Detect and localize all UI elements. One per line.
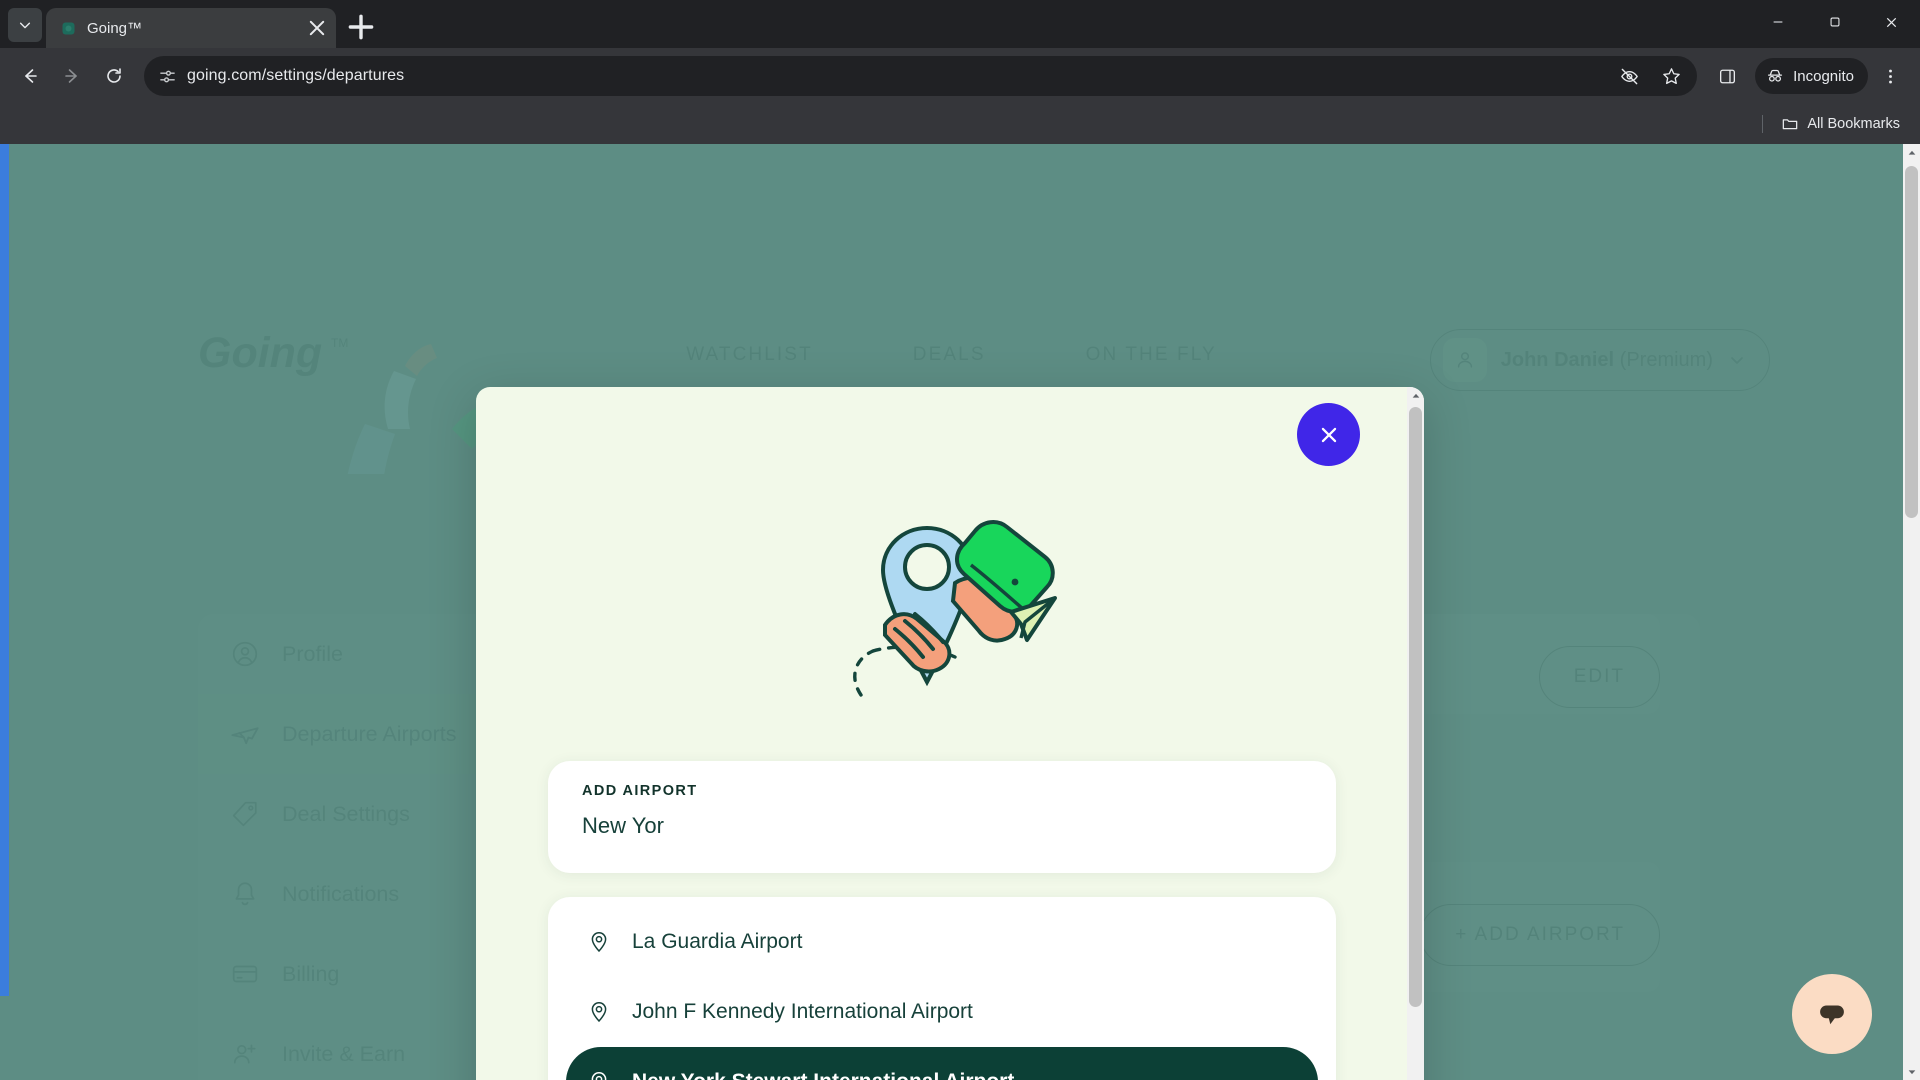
browser-toolbar: going.com/settings/departures Incognito xyxy=(0,48,1920,104)
close-icon xyxy=(1321,427,1336,442)
forward-button[interactable] xyxy=(52,56,92,96)
incognito-indicator[interactable]: Incognito xyxy=(1755,58,1868,94)
window-controls xyxy=(1749,0,1920,44)
three-dot-menu-icon xyxy=(1888,69,1892,83)
maximize-icon xyxy=(1830,17,1839,27)
bookmarks-separator xyxy=(1762,115,1764,133)
maximize-button[interactable] xyxy=(1806,0,1863,44)
window-close-button[interactable] xyxy=(1863,0,1920,44)
tab-title: Going™ xyxy=(87,19,143,37)
plus-icon xyxy=(348,14,374,40)
page-scrollbar[interactable] xyxy=(1903,144,1920,1080)
window-close-icon xyxy=(1886,17,1897,27)
bookmarks-bar: All Bookmarks xyxy=(0,104,1920,144)
suggestion-item-new-york-stewart[interactable]: New York Stewart International Airport xyxy=(566,1047,1318,1080)
page-scrollbar-thumb[interactable] xyxy=(1905,166,1918,518)
search-field-label: ADD AIRPORT xyxy=(582,783,698,799)
minimize-icon xyxy=(1773,21,1782,23)
map-pin-glyph xyxy=(591,1072,607,1080)
back-arrow-icon xyxy=(25,69,37,83)
map-pin-icon xyxy=(588,1071,610,1080)
tab-search-button[interactable] xyxy=(8,8,42,42)
page-scroll-down-arrow[interactable] xyxy=(1903,1063,1920,1080)
suggestion-label: New York Stewart International Airport xyxy=(632,1070,1014,1080)
tab-strip: Going™ xyxy=(0,0,1920,48)
scroll-up-arrow[interactable] xyxy=(1407,387,1424,404)
chat-bubble-icon xyxy=(1820,1005,1844,1025)
eye-off-icon xyxy=(1620,68,1638,84)
reload-button[interactable] xyxy=(94,56,134,96)
suggestion-label: John F Kennedy International Airport xyxy=(632,1000,973,1023)
tracking-protection-button[interactable] xyxy=(1609,56,1649,96)
side-panel-button[interactable] xyxy=(1707,56,1747,96)
url-text: going.com/settings/departures xyxy=(187,67,405,84)
bookmark-button[interactable] xyxy=(1651,56,1691,96)
add-airport-modal: ADD AIRPORT New Yor La Guardia Airport J… xyxy=(476,387,1424,1080)
suggestion-item-la-guardia[interactable]: La Guardia Airport xyxy=(566,907,1318,977)
airport-search-field[interactable]: ADD AIRPORT New Yor xyxy=(548,761,1336,873)
browser-menu-button[interactable] xyxy=(1870,56,1910,96)
all-bookmarks-button[interactable]: All Bookmarks xyxy=(1773,111,1908,137)
scroll-up-arrow-icon xyxy=(1412,393,1419,398)
tab-close-button[interactable] xyxy=(306,17,328,39)
browser-tab[interactable]: Going™ xyxy=(46,8,336,48)
chevron-down-icon xyxy=(19,22,31,29)
map-pin-glyph xyxy=(591,932,607,953)
all-bookmarks-label: All Bookmarks xyxy=(1807,116,1900,132)
page-settings-glyph xyxy=(160,70,175,82)
suggestion-label: La Guardia Airport xyxy=(632,930,803,953)
forward-arrow-icon xyxy=(65,69,77,83)
map-pin-icon xyxy=(588,931,610,953)
chat-widget-button[interactable] xyxy=(1792,974,1872,1054)
scroll-down-arrow-icon xyxy=(1908,1069,1915,1074)
illustration-art xyxy=(853,520,1057,697)
page-scroll-up-arrow[interactable] xyxy=(1903,144,1920,161)
incognito-label: Incognito xyxy=(1793,67,1854,85)
map-pin-icon xyxy=(588,1001,610,1023)
page-settings-icon[interactable] xyxy=(158,67,177,86)
airport-suggestions-list: La Guardia Airport John F Kennedy Intern… xyxy=(548,897,1336,1080)
folder-icon xyxy=(1783,119,1798,130)
browser-window: Going™ going.com/settings/departures Inc… xyxy=(0,0,1920,1080)
map-pin-hand-paper-plane-illustration xyxy=(825,507,1075,722)
address-bar[interactable]: going.com/settings/departures xyxy=(144,56,1698,96)
going-favicon-glyph xyxy=(62,22,75,34)
star-icon xyxy=(1662,67,1680,84)
suggestion-item-jfk[interactable]: John F Kennedy International Airport xyxy=(566,977,1318,1047)
page-viewport: Going TM WATCHLIST DEALS ON THE FLY John… xyxy=(0,144,1920,1080)
going-favicon xyxy=(60,20,77,37)
reload-icon xyxy=(107,68,121,83)
new-tab-button[interactable] xyxy=(344,10,378,44)
close-modal-button[interactable] xyxy=(1297,403,1360,466)
modal-scrollbar-thumb[interactable] xyxy=(1409,407,1422,1007)
modal-scrollbar[interactable] xyxy=(1407,387,1424,1080)
omnibox-actions xyxy=(1609,56,1691,96)
map-pin-glyph xyxy=(591,1002,607,1023)
scroll-up-arrow-icon xyxy=(1908,150,1915,155)
back-button[interactable] xyxy=(10,56,50,96)
side-panel-icon xyxy=(1719,69,1735,83)
page-focus-ring xyxy=(0,144,9,996)
minimize-button[interactable] xyxy=(1749,0,1806,44)
search-input[interactable]: New Yor xyxy=(582,813,1302,839)
incognito-icon xyxy=(1768,69,1783,82)
close-icon xyxy=(309,20,325,36)
